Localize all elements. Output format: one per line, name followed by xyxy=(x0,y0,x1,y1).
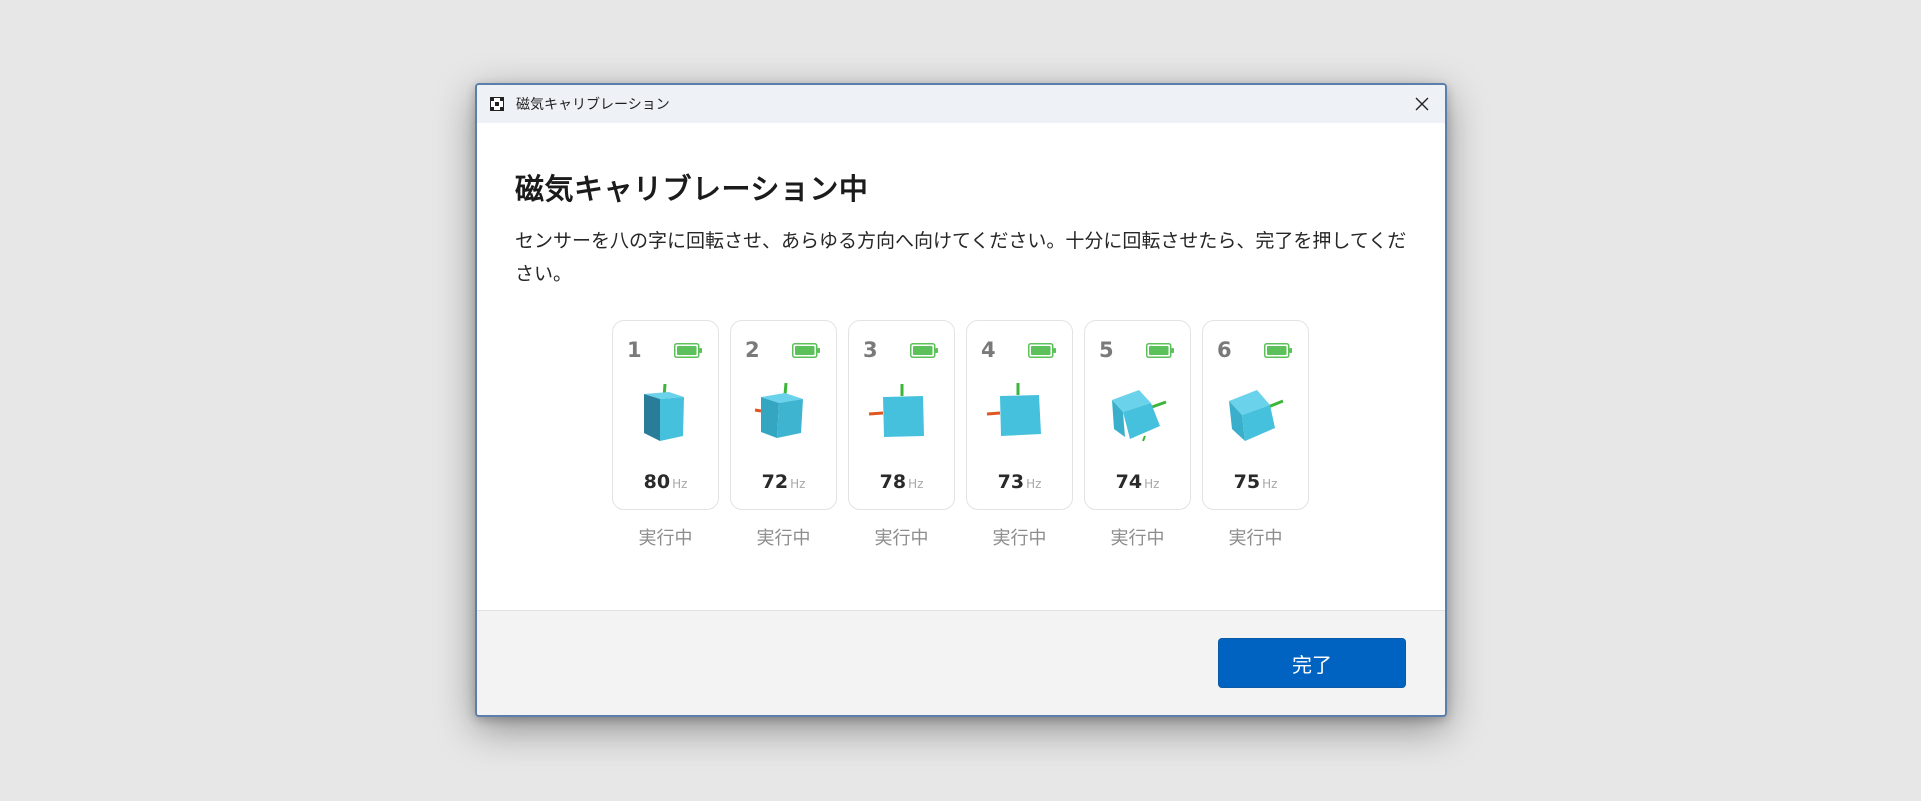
sample-rate-unit: Hz xyxy=(1026,477,1042,491)
checker-app-icon xyxy=(490,97,504,111)
sample-rate-unit: Hz xyxy=(1144,477,1160,491)
sample-rate-value: 78 xyxy=(879,471,907,493)
sensor-number: 2 xyxy=(745,338,760,362)
battery-icon xyxy=(1146,343,1174,358)
sensor-status: 実行中 xyxy=(992,528,1047,549)
sample-rate-unit: Hz xyxy=(1262,477,1278,491)
cube-orientation-icon xyxy=(1112,390,1167,442)
sensor-status: 実行中 xyxy=(638,528,693,549)
close-icon xyxy=(1415,97,1429,111)
done-button[interactable]: 完了 xyxy=(1218,638,1406,688)
sensor-number: 6 xyxy=(1217,338,1232,362)
sensor-status: 実行中 xyxy=(1110,528,1165,549)
battery-icon xyxy=(1028,343,1056,358)
sensor-status: 実行中 xyxy=(756,528,811,549)
sample-rate-value: 74 xyxy=(1115,471,1143,493)
sensor-item: 1 80 Hz 実行中 xyxy=(612,320,719,550)
instructions-text: センサーを八の字に回転させ、あらゆる方向へ向けてください。十分に回転させたら、完… xyxy=(515,230,1407,285)
battery-icon xyxy=(792,343,820,358)
window-title: 磁気キャリブレーション xyxy=(516,97,670,113)
sample-rate: 75 Hz xyxy=(1203,471,1308,493)
battery-icon xyxy=(910,343,938,358)
sensor-card: 2 72 Hz xyxy=(730,320,837,510)
sample-rate: 78 Hz xyxy=(849,471,954,493)
sensor-number: 1 xyxy=(627,338,642,362)
sensor-item: 3 78 Hz 実行中 xyxy=(848,320,955,550)
sample-rate-value: 80 xyxy=(643,471,671,493)
sensor-card: 5 74 Hz xyxy=(1084,320,1191,510)
sensor-number: 3 xyxy=(863,338,878,362)
sample-rate: 72 Hz xyxy=(731,471,836,493)
sample-rate-value: 75 xyxy=(1233,471,1261,493)
sensor-card: 1 80 Hz xyxy=(612,320,719,510)
sensor-item: 2 72 Hz 実行中 xyxy=(730,320,837,550)
sensor-card: 3 78 Hz xyxy=(848,320,955,510)
cube-orientation-icon xyxy=(868,384,924,437)
dialog-footer: 完了 xyxy=(477,610,1445,715)
sample-rate: 73 Hz xyxy=(967,471,1072,493)
sample-rate-unit: Hz xyxy=(908,477,924,491)
sensor-number: 5 xyxy=(1099,338,1114,362)
sensor-card: 4 73 Hz xyxy=(966,320,1073,510)
sample-rate-value: 73 xyxy=(997,471,1025,493)
calibration-dialog: 磁気キャリブレーション 磁気キャリブレーション中 センサーを八の字に回転させ、あ… xyxy=(475,83,1447,717)
sensor-item: 5 74 Hz 実行中 xyxy=(1084,320,1191,550)
close-button[interactable] xyxy=(1399,85,1445,123)
sensor-status: 実行中 xyxy=(1228,528,1283,549)
cube-orientation-icon xyxy=(754,382,803,438)
sensor-item: 6 75 Hz 実行中 xyxy=(1202,320,1309,550)
sensor-item: 4 73 Hz 実行中 xyxy=(966,320,1073,550)
sensor-status: 実行中 xyxy=(874,528,929,549)
sample-rate-unit: Hz xyxy=(790,477,806,491)
sensor-card: 6 75 Hz xyxy=(1202,320,1309,510)
sample-rate-unit: Hz xyxy=(672,477,688,491)
sample-rate-value: 72 xyxy=(761,471,789,493)
cube-orientation-icon xyxy=(1229,390,1284,441)
sensor-number: 4 xyxy=(981,338,996,362)
sample-rate: 74 Hz xyxy=(1085,471,1190,493)
cube-orientation-icon xyxy=(986,383,1041,436)
sensor-list: 1 80 Hz 実行中 2 72 Hz 実行中 3 78 Hz 実行中 4 73… xyxy=(612,320,1309,550)
page-title: 磁気キャリブレーション中 xyxy=(515,172,869,206)
title-bar: 磁気キャリブレーション xyxy=(477,85,1445,123)
cube-orientation-icon xyxy=(644,383,684,441)
sample-rate: 80 Hz xyxy=(613,471,718,493)
battery-icon xyxy=(1264,343,1292,358)
battery-icon xyxy=(674,343,702,358)
